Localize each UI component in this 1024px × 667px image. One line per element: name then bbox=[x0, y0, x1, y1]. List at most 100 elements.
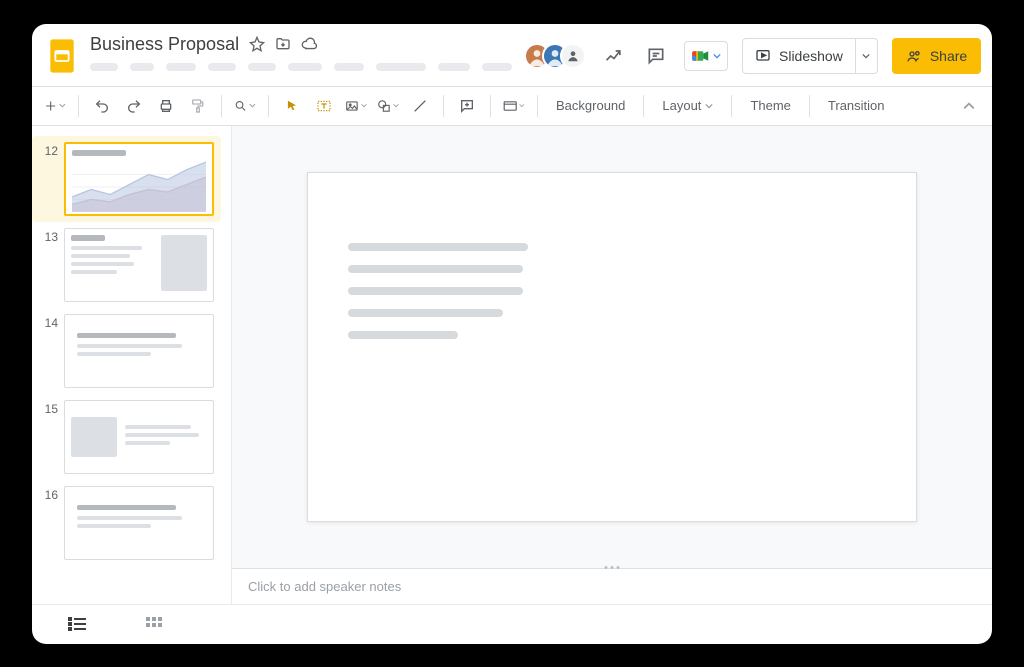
select-tool[interactable] bbox=[281, 95, 303, 117]
titlebar: Business Proposal bbox=[32, 24, 992, 80]
move-folder-icon[interactable] bbox=[275, 36, 291, 52]
slide-layout-tool[interactable] bbox=[503, 95, 525, 117]
app-logo[interactable] bbox=[46, 32, 78, 80]
menu-item[interactable] bbox=[248, 63, 276, 71]
slideshow-label: Slideshow bbox=[779, 48, 843, 64]
separator bbox=[490, 95, 491, 117]
slideshow-button[interactable]: Slideshow bbox=[742, 38, 856, 74]
menu-item[interactable] bbox=[334, 63, 364, 71]
menu-item[interactable] bbox=[438, 63, 470, 71]
collapse-toolbar-button[interactable] bbox=[958, 95, 980, 117]
stage bbox=[232, 126, 992, 568]
filmstrip[interactable]: 1213 14 15 16 bbox=[32, 126, 232, 604]
grid-view-button[interactable] bbox=[146, 617, 162, 631]
new-slide-button[interactable] bbox=[44, 95, 66, 117]
layout-label: Layout bbox=[662, 98, 701, 113]
menu-item[interactable] bbox=[376, 63, 426, 71]
transition-button[interactable]: Transition bbox=[822, 98, 891, 113]
magnify-icon bbox=[234, 99, 247, 113]
chevron-up-icon bbox=[963, 100, 975, 112]
image-icon bbox=[345, 98, 359, 114]
thumbnail-preview bbox=[64, 228, 214, 302]
slideshow-dropdown[interactable] bbox=[856, 38, 878, 74]
slide-thumbnail[interactable]: 13 bbox=[32, 222, 221, 308]
zoom-button[interactable] bbox=[234, 95, 256, 117]
placeholder-line bbox=[348, 243, 528, 251]
collaborator-avatars[interactable] bbox=[524, 43, 586, 69]
thumbnail-preview bbox=[64, 314, 214, 388]
star-icon[interactable] bbox=[249, 36, 265, 52]
theme-button[interactable]: Theme bbox=[744, 98, 796, 113]
layout-button[interactable]: Layout bbox=[656, 98, 719, 113]
chevron-down-icon bbox=[862, 52, 870, 60]
filmstrip-view-button[interactable] bbox=[68, 617, 86, 631]
placeholder-line bbox=[348, 287, 523, 295]
anonymous-collaborator-avatar[interactable] bbox=[560, 43, 586, 69]
slide-number: 14 bbox=[36, 314, 58, 330]
separator bbox=[537, 95, 538, 117]
stage-wrap: Click to add speaker notes bbox=[232, 126, 992, 604]
line-tool[interactable] bbox=[409, 95, 431, 117]
meet-button[interactable] bbox=[684, 41, 728, 71]
slide-icon bbox=[503, 99, 517, 113]
menu-item[interactable] bbox=[288, 63, 322, 71]
bottom-view-bar bbox=[32, 604, 992, 644]
slide-thumbnail[interactable]: 16 bbox=[32, 480, 221, 566]
speaker-notes[interactable]: Click to add speaker notes bbox=[232, 568, 992, 604]
document-title[interactable]: Business Proposal bbox=[90, 34, 239, 55]
comments-icon[interactable] bbox=[642, 42, 670, 70]
menu-item[interactable] bbox=[166, 63, 196, 71]
separator bbox=[809, 95, 810, 117]
undo-icon bbox=[94, 98, 110, 114]
workspace: 1213 14 15 16 Click to add speaker notes bbox=[32, 126, 992, 604]
app-window: Business Proposal bbox=[32, 24, 992, 644]
separator bbox=[731, 95, 732, 117]
paint-roller-icon bbox=[190, 98, 206, 114]
shape-tool[interactable] bbox=[377, 95, 399, 117]
chevron-down-icon bbox=[393, 102, 399, 109]
background-button[interactable]: Background bbox=[550, 98, 631, 113]
line-icon bbox=[412, 98, 428, 114]
drag-handle-icon[interactable] bbox=[605, 566, 620, 569]
print-icon bbox=[158, 98, 174, 114]
separator bbox=[443, 95, 444, 117]
speaker-notes-placeholder: Click to add speaker notes bbox=[248, 579, 401, 594]
redo-button[interactable] bbox=[123, 95, 145, 117]
grid-view-icon bbox=[146, 617, 162, 631]
slide-thumbnail[interactable]: 15 bbox=[32, 394, 221, 480]
chevron-down-icon bbox=[713, 52, 721, 60]
slide-thumbnail[interactable]: 12 bbox=[32, 136, 221, 222]
chevron-down-icon bbox=[361, 102, 367, 109]
activity-icon[interactable] bbox=[600, 42, 628, 70]
separator bbox=[221, 95, 222, 117]
slide-thumbnail[interactable]: 14 bbox=[32, 308, 221, 394]
chevron-down-icon bbox=[705, 102, 713, 110]
menu-item[interactable] bbox=[90, 63, 118, 71]
print-button[interactable] bbox=[155, 95, 177, 117]
placeholder-line bbox=[348, 309, 503, 317]
separator bbox=[268, 95, 269, 117]
image-tool[interactable] bbox=[345, 95, 367, 117]
textbox-tool[interactable] bbox=[313, 95, 335, 117]
menu-bar bbox=[90, 63, 512, 71]
menu-item[interactable] bbox=[482, 63, 512, 71]
menu-item[interactable] bbox=[130, 63, 154, 71]
textbox-icon bbox=[316, 98, 332, 114]
people-icon bbox=[906, 48, 922, 64]
toolbar: Background Layout Theme Transition bbox=[32, 86, 992, 126]
slide-number: 16 bbox=[36, 486, 58, 502]
chevron-down-icon bbox=[59, 102, 66, 109]
share-button[interactable]: Share bbox=[892, 38, 981, 74]
title-stack: Business Proposal bbox=[90, 32, 512, 71]
plus-icon bbox=[44, 99, 57, 113]
paint-format-button[interactable] bbox=[187, 95, 209, 117]
slide-canvas[interactable] bbox=[307, 172, 917, 522]
menu-item[interactable] bbox=[208, 63, 236, 71]
cloud-saved-icon[interactable] bbox=[301, 36, 317, 52]
separator bbox=[643, 95, 644, 117]
add-comment-button[interactable] bbox=[456, 95, 478, 117]
share-label: Share bbox=[930, 48, 967, 64]
filmstrip-view-icon bbox=[68, 617, 86, 631]
undo-button[interactable] bbox=[91, 95, 113, 117]
comment-plus-icon bbox=[459, 98, 475, 114]
